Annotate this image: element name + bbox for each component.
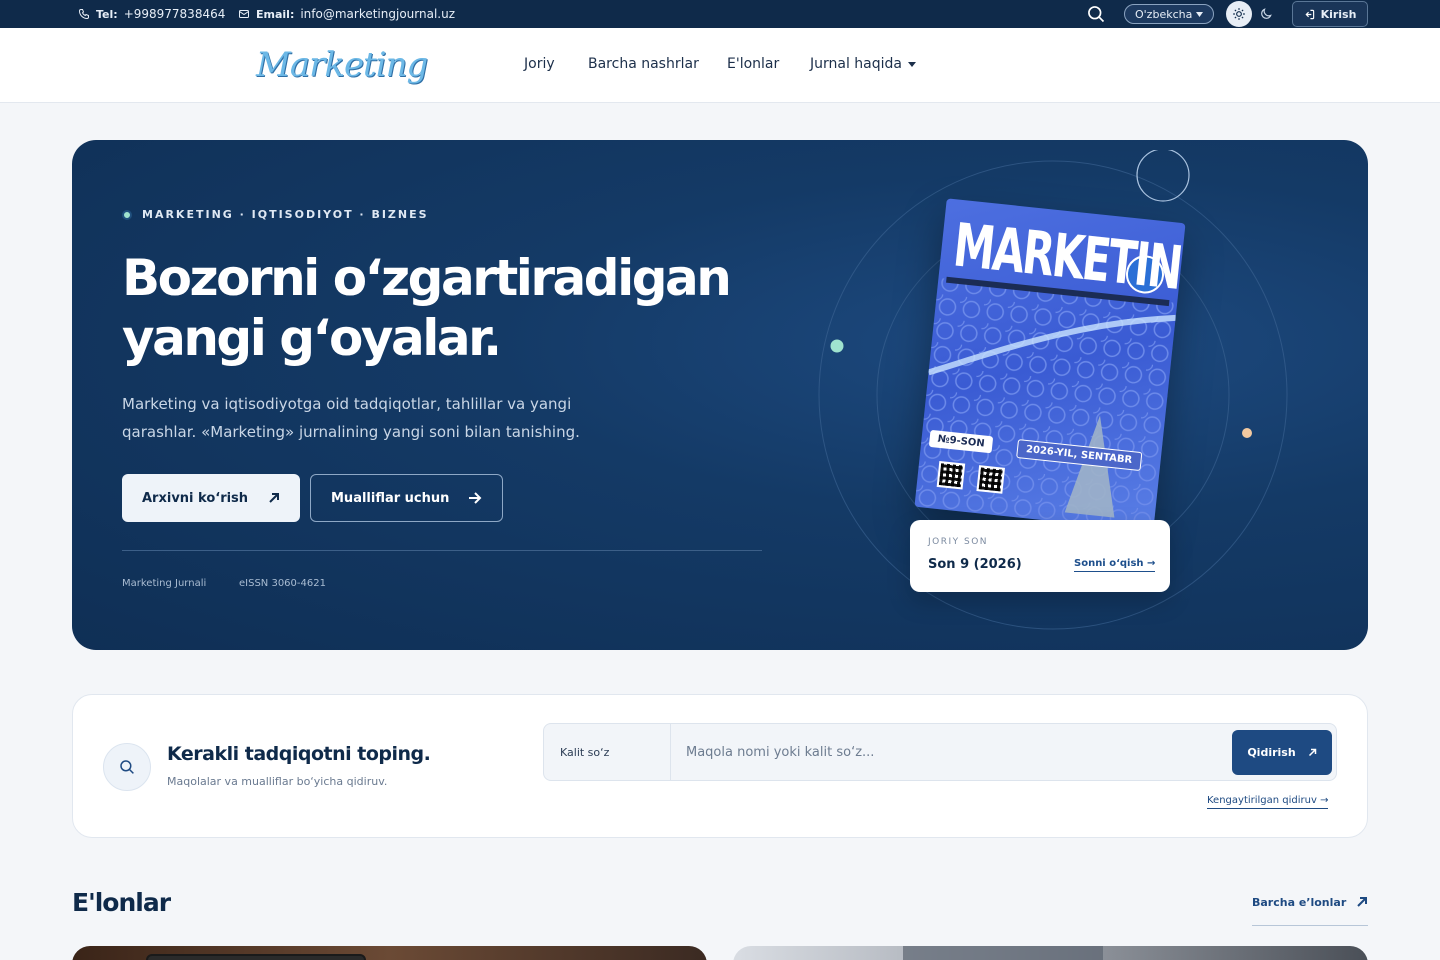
read-issue-link[interactable]: Sonni o‘qish →	[1074, 558, 1156, 572]
journal-issn: eISSN 3060-4621	[239, 578, 326, 589]
arrow-up-right-icon	[269, 493, 279, 503]
hero-banner: MARKETING · IQTISODIYOT · BIZNES Bozorni…	[72, 140, 1368, 650]
email-label: Email:	[256, 7, 295, 21]
light-theme-button[interactable]	[1226, 1, 1252, 27]
journal-cover[interactable]: MARKETING №9-SON 2026-YIL, SENTABR	[914, 198, 1186, 532]
all-announcements-link[interactable]: Barcha e’lonlar	[1252, 896, 1368, 926]
nav-announcements[interactable]: E'lonlar	[727, 56, 779, 72]
login-button[interactable]: Kirish	[1292, 1, 1368, 27]
archive-button-label: Arxivni ko‘rish	[142, 490, 249, 506]
email-contact[interactable]: Email: info@marketingjournal.uz	[238, 0, 455, 28]
nav-all-issues-label: Barcha nashrlar	[588, 56, 699, 72]
keyword-label: Kalit so‘z	[544, 724, 671, 780]
nav-about-journal[interactable]: Jurnal haqida	[810, 56, 916, 72]
nav-all-issues[interactable]: Barcha nashrlar	[588, 56, 699, 72]
announcement-card[interactable]	[72, 946, 707, 960]
top-bar: Tel: +998977838464 Email: info@marketing…	[0, 0, 1440, 28]
announcements-title: E'lonlar	[72, 888, 171, 917]
search-title: Kerakli tadqiqotni toping.	[167, 743, 431, 765]
journal-name: Marketing Jurnali	[122, 578, 207, 589]
search-button[interactable]: Qidirish	[1232, 730, 1332, 775]
authors-button-label: Mualliflar uchun	[331, 490, 450, 506]
sun-icon	[1233, 8, 1245, 20]
phone-label: Tel:	[96, 7, 118, 21]
logo-text: Marketing	[256, 45, 428, 85]
current-issue-card: JORIY SON Son 9 (2026) Sonni o‘qish →	[910, 520, 1170, 592]
search-button-label: Qidirish	[1247, 746, 1296, 759]
search-input[interactable]	[672, 724, 1228, 780]
hero-title: Bozorni o‘zgartiradigan yangi g‘oyalar.	[122, 248, 762, 368]
login-icon	[1305, 9, 1314, 19]
nav-joriy-label: Joriy	[524, 56, 555, 72]
all-announcements-label: Barcha e’lonlar	[1252, 896, 1347, 909]
hero-eyebrow-text: MARKETING · IQTISODIYOT · BIZNES	[142, 208, 429, 221]
nav-announcements-label: E'lonlar	[727, 56, 780, 72]
search-section: Kerakli tadqiqotni toping. Maqolalar va …	[72, 694, 1368, 838]
authors-button[interactable]: Mualliflar uchun	[310, 474, 503, 522]
language-select[interactable]: O'zbekcha	[1124, 4, 1215, 24]
qr-code	[936, 460, 966, 490]
current-issue-name: Son 9 (2026)	[928, 557, 1022, 572]
hero-description: Marketing va iqtisodiyotga oid tadqiqotl…	[122, 395, 580, 441]
phone-contact[interactable]: Tel: +998977838464	[78, 0, 225, 28]
status-dot	[122, 209, 132, 220]
site-header: Marketing Joriy Barcha nashrlar E'lonlar…	[0, 28, 1440, 103]
card-image	[903, 946, 1103, 960]
advanced-search-link[interactable]: Kengaytirilgan qidiruv →	[1207, 795, 1329, 809]
dark-theme-button[interactable]	[1256, 4, 1276, 24]
nav-joriy[interactable]: Joriy	[524, 56, 555, 72]
hero-title-line2: yangi g‘oyalar.	[122, 309, 502, 367]
announcement-card[interactable]	[733, 946, 1368, 960]
arrow-up-right-icon	[1357, 897, 1367, 907]
moon-icon	[1261, 8, 1272, 19]
search-icon	[120, 760, 134, 774]
site-logo[interactable]: Marketing	[252, 40, 428, 90]
phone-icon	[78, 9, 89, 20]
search-icon[interactable]	[1086, 4, 1106, 24]
hero-eyebrow: MARKETING · IQTISODIYOT · BIZNES	[122, 208, 429, 221]
arrow-right-icon	[469, 492, 482, 504]
language-value: O'zbekcha	[1135, 7, 1193, 21]
mail-icon	[239, 10, 249, 18]
chevron-down-icon	[1196, 11, 1204, 17]
nav-about-journal-label: Jurnal haqida	[810, 56, 902, 72]
current-issue-label: JORIY SON	[928, 537, 989, 547]
archive-button[interactable]: Arxivni ko‘rish	[122, 474, 300, 522]
search-subtitle: Maqolalar va mualliflar bo‘yicha qidiruv…	[167, 775, 388, 788]
chevron-down-icon	[908, 61, 916, 67]
search-form: Kalit so‘z Qidirish	[543, 723, 1337, 781]
hero-title-line1: Bozorni o‘zgartiradigan	[122, 249, 732, 307]
arrow-up-right-icon	[1308, 748, 1316, 757]
card-image	[146, 954, 366, 960]
login-label: Kirish	[1320, 7, 1357, 21]
search-badge	[103, 743, 151, 791]
phone-value: +998977838464	[123, 7, 226, 21]
email-value: info@marketingjournal.uz	[300, 7, 456, 21]
qr-code	[976, 465, 1006, 494]
hero-divider	[122, 550, 762, 551]
